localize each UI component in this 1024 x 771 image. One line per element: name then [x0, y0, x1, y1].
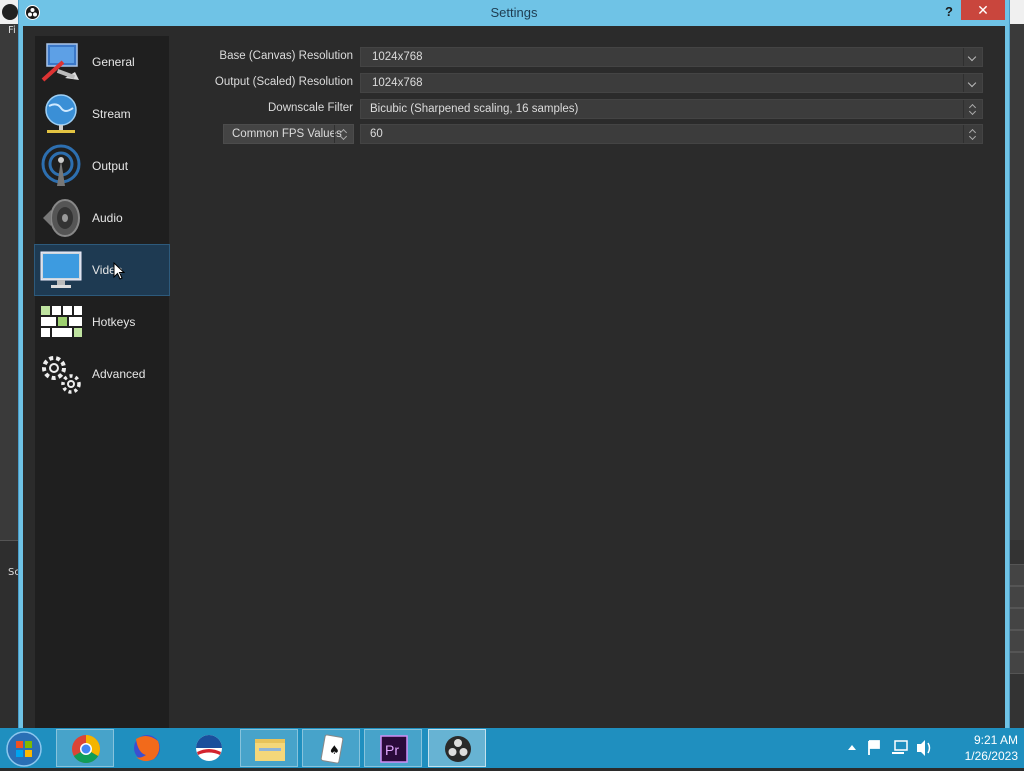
- taskbar-app-premiere[interactable]: Pr: [364, 729, 422, 767]
- mouse-cursor-icon: [113, 262, 125, 280]
- show-hidden-icons-icon: [848, 745, 856, 750]
- keyboard-icon: [41, 306, 82, 337]
- sidebar-item-general[interactable]: General: [35, 37, 169, 87]
- fps-type-label: Common FPS Values: [232, 128, 342, 140]
- chevron-down-icon[interactable]: [963, 74, 982, 92]
- premiere-pro-icon: Pr: [380, 735, 408, 763]
- file-menu-fragment[interactable]: Fi: [8, 25, 16, 36]
- help-button[interactable]: ?: [939, 2, 959, 22]
- sidebar-item-stream[interactable]: Stream: [35, 89, 169, 139]
- dialog-titlebar[interactable]: Settings ? ✕: [19, 0, 1009, 26]
- solitaire-icon: ♠: [320, 734, 344, 764]
- output-resolution-label: Output (Scaled) Resolution: [214, 76, 353, 88]
- sidebar-item-label: General: [92, 55, 135, 69]
- taskbar-app-obs[interactable]: [428, 729, 486, 767]
- taskbar-app-solitaire[interactable]: ♠: [302, 729, 360, 767]
- obama-logo-icon: [196, 735, 222, 761]
- sidebar-item-video[interactable]: Video: [34, 244, 170, 296]
- firefox-icon: [134, 735, 160, 762]
- clock-date: 1/26/2023: [964, 749, 1018, 763]
- fps-type-selector[interactable]: Common FPS Values: [223, 124, 354, 144]
- obs-icon: [445, 736, 471, 762]
- svg-text:Pr: Pr: [385, 742, 399, 758]
- taskbar-app-explorer[interactable]: [240, 729, 298, 767]
- downscale-filter-label: Downscale Filter: [268, 102, 353, 114]
- output-resolution-combo[interactable]: 1024x768: [360, 73, 983, 93]
- close-button[interactable]: ✕: [961, 0, 1005, 20]
- dialog-title: Settings: [490, 5, 538, 20]
- settings-sidebar: General Stream Output Audio Video Hotkey…: [34, 36, 170, 728]
- sidebar-item-label: Audio: [92, 211, 123, 225]
- fps-value: 60: [370, 128, 383, 140]
- downscale-filter-value: Bicubic (Sharpened scaling, 16 samples): [370, 103, 579, 115]
- base-resolution-value: 1024x768: [372, 51, 423, 63]
- sidebar-item-audio[interactable]: Audio: [35, 193, 169, 243]
- sidebar-item-output[interactable]: Output: [35, 141, 169, 191]
- settings-dialog: Settings ? ✕ General Stream Output Audio…: [18, 0, 1010, 728]
- svg-text:♠: ♠: [329, 743, 340, 757]
- dialog-body: General Stream Output Audio Video Hotkey…: [23, 26, 1005, 728]
- taskbar-app-obama[interactable]: [180, 729, 238, 767]
- up-down-arrows-icon[interactable]: [963, 100, 982, 118]
- clock-time: 9:21 AM: [973, 733, 1018, 747]
- globe-network-icon: [45, 94, 77, 133]
- up-down-arrows-icon[interactable]: [334, 125, 353, 143]
- chrome-icon: [72, 735, 100, 763]
- sidebar-item-hotkeys[interactable]: Hotkeys: [35, 297, 169, 347]
- chevron-down-icon[interactable]: [963, 48, 982, 66]
- system-tray: [848, 740, 931, 756]
- up-down-arrows-icon[interactable]: [963, 125, 982, 143]
- file-explorer-icon: [255, 739, 285, 761]
- general-settings-icon: [41, 43, 79, 82]
- monitor-icon: [40, 251, 82, 288]
- sidebar-item-label: Hotkeys: [92, 315, 136, 329]
- output-resolution-value: 1024x768: [372, 77, 423, 89]
- taskbar-clock[interactable]: 9:21 AM 1/26/2023: [938, 732, 1018, 764]
- taskbar-app-chrome[interactable]: [56, 729, 114, 767]
- taskbar-app-firefox[interactable]: [118, 729, 176, 767]
- sidebar-item-label: Advanced: [92, 367, 146, 381]
- sidebar-item-label: Output: [92, 159, 129, 173]
- base-resolution-combo[interactable]: 1024x768: [360, 47, 983, 67]
- obs-logo-icon: [2, 4, 18, 20]
- gears-icon: [42, 356, 81, 394]
- base-resolution-label: Base (Canvas) Resolution: [219, 50, 353, 62]
- start-button[interactable]: [5, 730, 43, 768]
- speaker-icon: [43, 199, 80, 237]
- windows-logo-icon: [6, 731, 42, 767]
- taskbar: ♠ Pr 9:21 AM 1/26/2023: [0, 728, 1024, 768]
- sidebar-item-label: Stream: [92, 107, 131, 121]
- broadcast-antenna-icon: [41, 144, 81, 186]
- fps-value-combo[interactable]: 60: [360, 124, 983, 144]
- sidebar-item-advanced[interactable]: Advanced: [35, 349, 169, 399]
- downscale-filter-combo[interactable]: Bicubic (Sharpened scaling, 16 samples): [360, 99, 983, 119]
